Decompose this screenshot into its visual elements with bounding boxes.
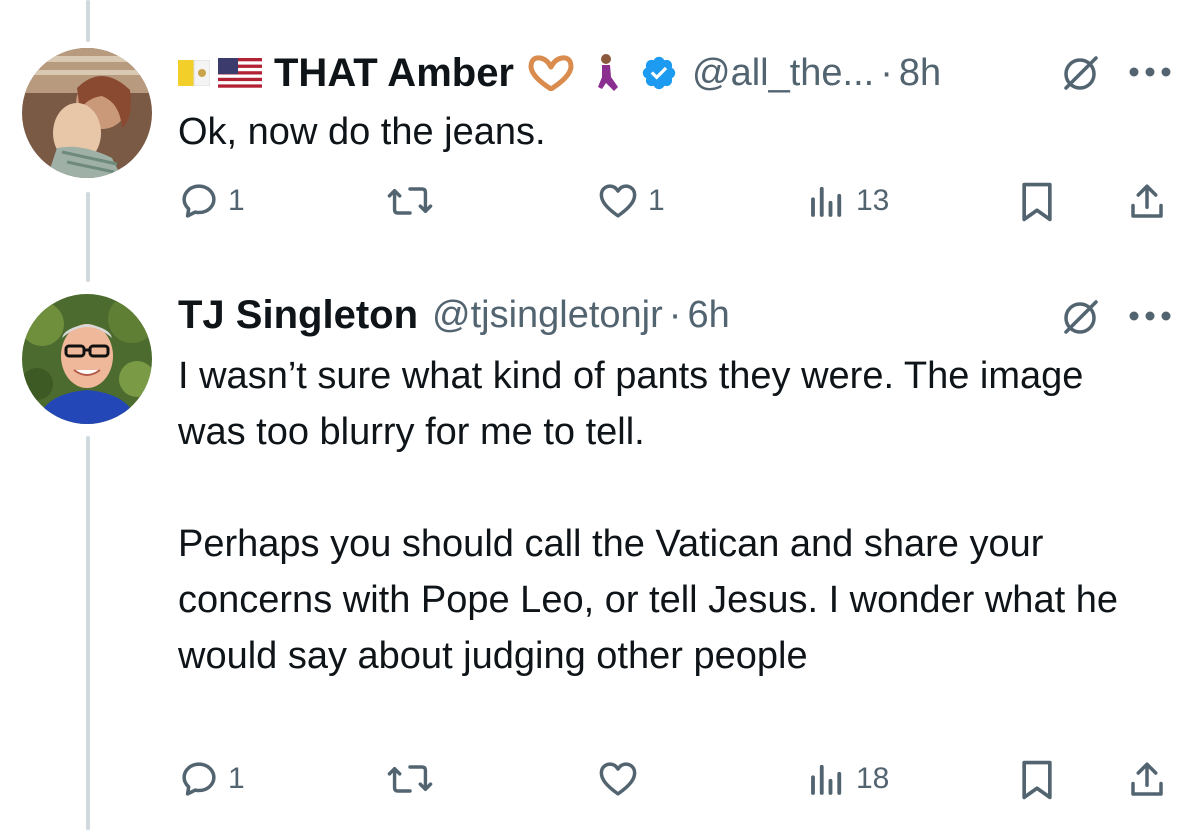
share-icon bbox=[1131, 762, 1163, 796]
like-count: 1 bbox=[648, 184, 665, 217]
tweet-paragraph: Perhaps you should call the Vatican and … bbox=[178, 523, 1118, 677]
display-name[interactable]: TJ Singleton bbox=[178, 293, 418, 338]
view-count: 13 bbox=[856, 184, 890, 217]
tweet-paragraph: I wasn’t sure what kind of pants they we… bbox=[178, 355, 1084, 453]
reply-button[interactable]: 1 bbox=[178, 758, 245, 800]
handle[interactable]: @all_the... bbox=[692, 52, 874, 95]
avatar[interactable] bbox=[22, 48, 152, 178]
reply-icon bbox=[182, 184, 216, 218]
retweet-icon bbox=[387, 187, 433, 215]
retweet-button[interactable] bbox=[386, 758, 442, 800]
reply-icon bbox=[182, 762, 216, 796]
separator-dot: · bbox=[668, 293, 682, 336]
avatar[interactable] bbox=[22, 294, 152, 424]
verified-badge-icon bbox=[640, 54, 678, 92]
bookmark-icon bbox=[1022, 182, 1052, 222]
grok-icon[interactable] bbox=[1060, 52, 1102, 94]
reply-count: 1 bbox=[228, 184, 245, 217]
views-button[interactable]: 18 bbox=[806, 758, 889, 800]
views-button[interactable]: 13 bbox=[806, 180, 889, 222]
handle[interactable]: @tjsingletonjr bbox=[432, 294, 663, 337]
views-icon bbox=[811, 186, 842, 217]
timestamp[interactable]: 6h bbox=[687, 294, 729, 337]
tweet-actions: 1 18 bbox=[0, 758, 1200, 808]
vatican-flag-icon bbox=[178, 60, 210, 86]
tweet-text: Ok, now do the jeans. bbox=[178, 104, 1168, 160]
us-flag-icon bbox=[218, 58, 262, 88]
views-icon bbox=[811, 764, 842, 795]
like-button[interactable] bbox=[596, 758, 648, 800]
more-options-icon[interactable] bbox=[1128, 310, 1172, 322]
retweet-button[interactable] bbox=[386, 180, 442, 222]
kneeling-person-icon bbox=[594, 53, 622, 93]
retweet-icon bbox=[387, 765, 433, 793]
heart-icon bbox=[599, 184, 637, 218]
tweet-actions: 1 1 13 bbox=[0, 180, 1200, 230]
heart-hands-icon bbox=[526, 55, 576, 91]
thread-line-top bbox=[86, 0, 90, 42]
tweet-header: THAT Amber @all_the... · 8h bbox=[178, 48, 941, 98]
display-name[interactable]: THAT Amber bbox=[274, 51, 514, 96]
share-icon bbox=[1131, 184, 1163, 218]
more-options-icon[interactable] bbox=[1128, 66, 1172, 78]
timestamp[interactable]: 8h bbox=[899, 52, 941, 95]
tweet-header: TJ Singleton @tjsingletonjr · 6h bbox=[178, 290, 730, 340]
reply-button[interactable]: 1 bbox=[178, 180, 245, 222]
reply-count: 1 bbox=[228, 762, 245, 795]
bookmark-icon bbox=[1022, 760, 1052, 800]
separator-dot: · bbox=[880, 51, 893, 94]
view-count: 18 bbox=[856, 762, 890, 795]
like-button[interactable]: 1 bbox=[596, 180, 665, 222]
tweet-text: I wasn’t sure what kind of pants they we… bbox=[178, 348, 1138, 684]
tweet-text-line: Ok, now do the jeans. bbox=[178, 111, 546, 153]
bookmark-button[interactable] bbox=[1018, 758, 1056, 802]
bookmark-button[interactable] bbox=[1018, 180, 1056, 224]
share-button[interactable] bbox=[1126, 758, 1168, 802]
heart-icon bbox=[599, 762, 637, 796]
share-button[interactable] bbox=[1126, 180, 1168, 224]
grok-icon[interactable] bbox=[1060, 296, 1102, 338]
